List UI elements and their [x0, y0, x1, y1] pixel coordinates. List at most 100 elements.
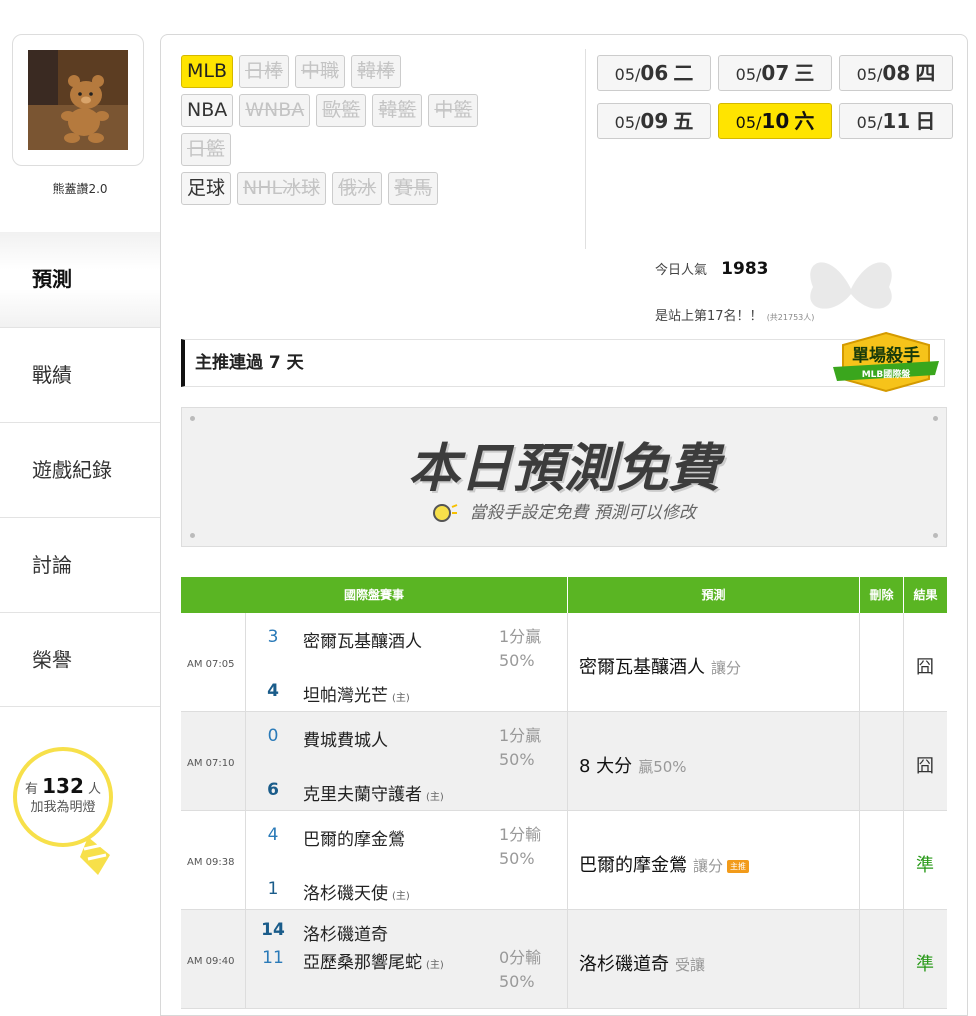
- cell-divider: [245, 811, 246, 909]
- away-team: 巴爾的摩金鶯: [303, 825, 405, 850]
- home-team: 亞歷桑那響尾蛇 (主): [303, 948, 444, 973]
- date-weekday: 二: [673, 61, 694, 85]
- league-button[interactable]: 中籃: [428, 94, 479, 127]
- home-score: 4: [267, 681, 279, 701]
- table-row: AM 07:05 3 密爾瓦基釀酒人 4 坦帕灣光芒 (主) 1分贏 50% 密爾瓦基釀酒人 讓分…: [181, 613, 947, 712]
- date-day: 06: [640, 61, 669, 85]
- date-day: 10: [761, 109, 790, 133]
- date-month: 05/: [856, 113, 883, 132]
- date-button[interactable]: 05/06 二: [597, 55, 711, 91]
- home-team-name: 坦帕灣光芒: [303, 686, 388, 706]
- fans-prefix: 有: [24, 782, 38, 797]
- date-button[interactable]: 05/07 三: [718, 55, 832, 91]
- sidebar-item-discussion[interactable]: 討論: [0, 517, 160, 612]
- league-button[interactable]: 歐籃: [316, 94, 367, 127]
- league-row: 足球 NHL冰球 俄冰 賽馬: [181, 172, 581, 205]
- sidebar-item-label: 戰績: [32, 363, 72, 387]
- home-marker: (主): [392, 693, 410, 704]
- prediction: 巴爾的摩金鶯 讓分 主推: [579, 851, 750, 877]
- date-button[interactable]: 05/08 四: [839, 55, 953, 91]
- odds: 1分贏 50%: [499, 724, 541, 772]
- league-row: NBA WNBA 歐籃 韓籃 中籃: [181, 94, 581, 127]
- header-prediction: 預測: [567, 577, 859, 613]
- killer-badge[interactable]: 單場殺手 MLB國際盤: [829, 331, 943, 393]
- prediction: 8 大分 贏50%: [579, 752, 687, 778]
- odds-line2: 50%: [499, 972, 535, 991]
- away-score: 14: [261, 920, 285, 940]
- cell-divider: [859, 811, 860, 909]
- header-result: 結果: [903, 577, 947, 613]
- bulb-icon: [433, 504, 458, 522]
- sidebar-item-game-history[interactable]: 遊戲紀錄: [0, 422, 160, 517]
- odds-line2: 50%: [499, 849, 535, 868]
- date-month: 05/: [614, 65, 641, 84]
- date-weekday: 四: [915, 61, 936, 85]
- league-button[interactable]: 賽馬: [388, 172, 439, 205]
- fans-lightbulb[interactable]: 有 132 人 加我為明燈: [10, 745, 120, 885]
- header-match: 國際盤賽事: [343, 588, 404, 602]
- sidebar-item-record[interactable]: 戰績: [0, 327, 160, 422]
- cell-divider: [245, 910, 246, 1008]
- league-button[interactable]: 日籃: [181, 133, 232, 166]
- game-time: AM 09:38: [187, 857, 235, 868]
- league-button[interactable]: 韓籃: [372, 94, 423, 127]
- league-button[interactable]: 中職: [295, 55, 346, 88]
- date-weekday: 三: [794, 61, 815, 85]
- popularity-label: 今日人氣: [655, 263, 708, 278]
- home-team-name: 克里夫蘭守護者: [303, 785, 422, 805]
- result: 準: [916, 855, 934, 876]
- sidebar-item-predict[interactable]: 預測: [0, 232, 160, 327]
- league-button[interactable]: 韓棒: [351, 55, 402, 88]
- prediction: 洛杉磯道奇 受讓: [579, 950, 705, 976]
- fans-count: 132: [42, 774, 84, 798]
- home-team: 克里夫蘭守護者 (主): [303, 780, 444, 805]
- odds-line1: 1分贏: [499, 627, 542, 646]
- avatar[interactable]: [12, 34, 144, 166]
- teddy-bear-icon: [28, 50, 128, 150]
- cell-divider: [567, 910, 568, 1008]
- main-pick-tag: 主推: [727, 859, 750, 873]
- away-team-name: 巴爾的摩金鶯: [303, 830, 405, 850]
- free-banner-title: 本日預測免費: [407, 439, 720, 499]
- cell-divider: [567, 811, 568, 909]
- home-marker: (主): [426, 792, 444, 803]
- divider: [585, 49, 586, 249]
- league-button[interactable]: WNBA: [239, 94, 311, 127]
- date-month: 05/: [856, 65, 883, 84]
- prediction: 密爾瓦基釀酒人 讓分: [579, 653, 741, 679]
- sidebar-item-label: 預測: [32, 267, 72, 291]
- corner-dot: [190, 533, 195, 538]
- prediction-pick: 密爾瓦基釀酒人: [579, 657, 705, 678]
- league-button[interactable]: 日棒: [239, 55, 290, 88]
- league-button[interactable]: MLB: [181, 55, 234, 88]
- date-day: 09: [640, 109, 669, 133]
- odds-line1: 0分輸: [499, 948, 542, 967]
- free-prediction-banner: 本日預測免費 當殺手設定免費 預測可以修改: [181, 407, 947, 547]
- sidebar-item-honor[interactable]: 榮譽: [0, 612, 160, 707]
- away-team-name: 密爾瓦基釀酒人: [303, 632, 422, 652]
- fans-text: 有 132 人 加我為明燈: [10, 774, 116, 817]
- away-score: 4: [267, 825, 279, 845]
- date-weekday: 日: [915, 109, 936, 133]
- date-button[interactable]: 05/09 五: [597, 103, 711, 139]
- date-day: 08: [882, 61, 911, 85]
- date-weekday: 六: [794, 109, 815, 133]
- username: 熊蓋讚2.0: [52, 182, 108, 196]
- league-button[interactable]: 俄冰: [332, 172, 383, 205]
- date-button[interactable]: 05/10 六: [718, 103, 832, 139]
- cell-divider: [245, 712, 246, 810]
- league-button[interactable]: NBA: [181, 94, 234, 127]
- away-score: 0: [267, 726, 279, 746]
- date-button[interactable]: 05/11 日: [839, 103, 953, 139]
- badge-subtitle: MLB國際盤: [861, 370, 911, 380]
- sidebar-item-label: 遊戲紀錄: [32, 458, 112, 482]
- home-team: 洛杉磯天使 (主): [303, 879, 410, 904]
- prediction-type: 讓分: [711, 659, 742, 677]
- sidebar: 熊蓋讚2.0 預測 戰績 遊戲紀錄 討論 榮譽 有 132 人 加我為明燈: [0, 0, 160, 1000]
- fans-label: 加我為明燈: [30, 800, 96, 815]
- header-delete: 刪除: [859, 577, 903, 613]
- date-month: 05/: [614, 113, 641, 132]
- cell-divider: [859, 910, 860, 1008]
- league-button[interactable]: NHL冰球: [237, 172, 327, 205]
- league-button[interactable]: 足球: [181, 172, 232, 205]
